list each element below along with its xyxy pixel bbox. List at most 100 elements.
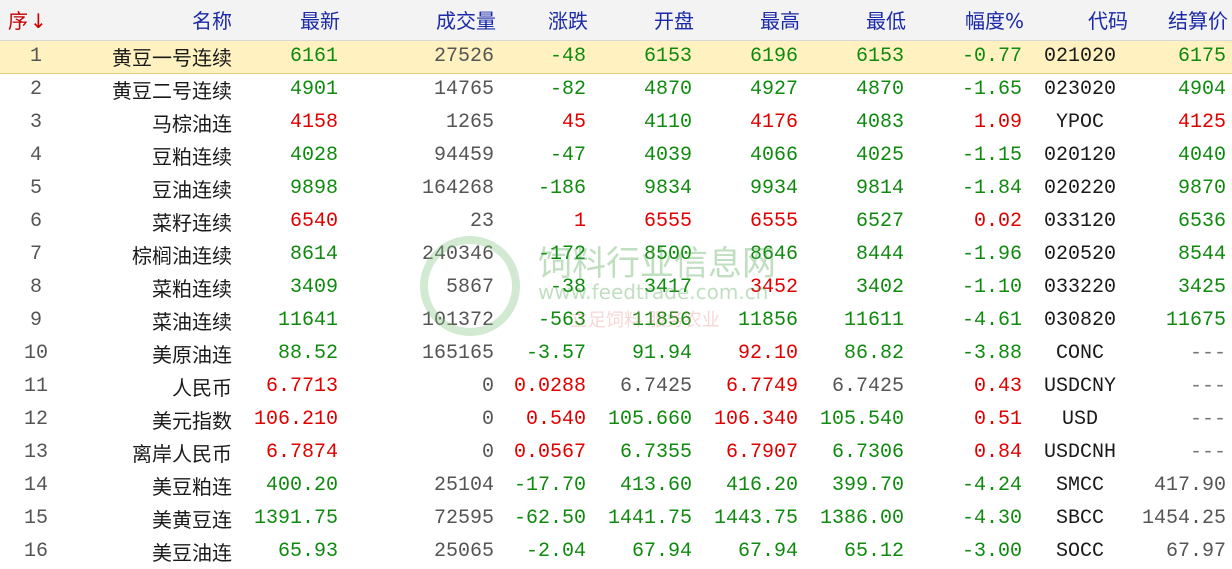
- column-header-low[interactable]: 最低: [804, 0, 910, 41]
- cell-high: 6.7907: [725, 441, 798, 464]
- cell-settle: 417.90: [1153, 474, 1226, 497]
- cell-change: -2.04: [525, 540, 586, 563]
- column-header-high[interactable]: 最高: [698, 0, 804, 41]
- cell-change: -17.70: [513, 474, 586, 497]
- cell-name: 人民币: [172, 376, 232, 400]
- table-row[interactable]: 3 马棕油连 4158 1265 45 4110 4176 4083 1.09 YPOC 4125: [0, 106, 1232, 139]
- cell-seq: 13: [23, 441, 48, 464]
- cell-latest: 6540: [289, 210, 338, 233]
- table-row[interactable]: 10 美原油连 88.52 165165 -3.57 91.94 92.10 86.82 -3.…: [0, 337, 1232, 370]
- cell-volume: 165165: [421, 342, 494, 365]
- table-row[interactable]: 12 美元指数 106.210 0 0.540 105.660 106.340 105.540…: [0, 403, 1232, 436]
- cell-change: -186: [537, 177, 586, 200]
- header-row: 序 ↓ 名称 最新 成交量 涨跌 开盘 最高 最低 幅度% 代码 结算价: [0, 0, 1232, 41]
- cell-high: 92.10: [737, 342, 798, 365]
- column-header-pct[interactable]: 幅度%: [910, 0, 1028, 41]
- column-header-name[interactable]: 名称: [72, 0, 236, 41]
- cell-volume: 240346: [421, 243, 494, 266]
- cell-name: 菜粕连续: [152, 277, 232, 301]
- cell-code: SMCC: [1055, 474, 1104, 497]
- cell-pct: -1.65: [961, 78, 1022, 102]
- cell-low: 6527: [855, 210, 904, 233]
- cell-name: 豆粕连续: [152, 145, 232, 169]
- table-row[interactable]: 5 豆油连续 9898 164268 -186 9834 9934 9814 -1.84 0202…: [0, 172, 1232, 205]
- cell-high: 67.94: [737, 540, 798, 563]
- cell-change: -47: [549, 144, 586, 167]
- cell-low: 6.7425: [831, 375, 904, 398]
- column-header-latest[interactable]: 最新: [236, 0, 344, 41]
- cell-seq: 10: [23, 342, 48, 365]
- cell-pct: -1.96: [961, 243, 1022, 266]
- table-row[interactable]: 15 美黄豆连 1391.75 72595 -62.50 1441.75 1443.75 13…: [0, 502, 1232, 535]
- cell-change: -38: [549, 276, 586, 299]
- cell-settle: 4040: [1177, 144, 1226, 167]
- cell-latest: 1391.75: [253, 507, 338, 530]
- cell-latest: 6.7874: [265, 441, 338, 464]
- column-header-volume[interactable]: 成交量: [344, 0, 500, 41]
- cell-high: 6555: [749, 210, 798, 233]
- cell-open: 11856: [631, 309, 692, 332]
- column-header-open[interactable]: 开盘: [592, 0, 698, 41]
- cell-open: 4039: [643, 144, 692, 167]
- cell-pct: -1.10: [961, 276, 1022, 299]
- table-row[interactable]: 2 黄豆二号连续 4901 14765 -82 4870 4927 4870 -1.65 0230…: [0, 73, 1232, 106]
- cell-settle: ---: [1189, 441, 1226, 464]
- table-row[interactable]: 13 离岸人民币 6.7874 0 0.0567 6.7355 6.7907 6.7306 0.…: [0, 436, 1232, 469]
- cell-code: USD: [1061, 408, 1098, 431]
- cell-settle: 8544: [1177, 243, 1226, 266]
- table-row[interactable]: 7 棕榈油连续 8614 240346 -172 8500 8646 8444 -1.96 020…: [0, 238, 1232, 271]
- cell-name: 马棕油连: [152, 112, 232, 136]
- cell-settle: ---: [1189, 342, 1226, 365]
- cell-volume: 72595: [433, 507, 494, 530]
- table-row[interactable]: 9 菜油连续 11641 101372 -563 11856 11856 11611 -4.61…: [0, 304, 1232, 337]
- cell-change: 0.0567: [513, 441, 586, 464]
- table-row[interactable]: 11 人民币 6.7713 0 0.0288 6.7425 6.7749 6.7425 0.43…: [0, 370, 1232, 403]
- cell-low: 8444: [855, 243, 904, 266]
- table-row[interactable]: 1 黄豆一号连续 6161 27526 -48 6153 6196 6153 -0.77 0210…: [0, 39, 1232, 74]
- quotes-body: 1 黄豆一号连续 6161 27526 -48 6153 6196 6153 -0.77 0210…: [0, 39, 1232, 568]
- table-row[interactable]: 4 豆粕连续 4028 94459 -47 4039 4066 4025 -1.15 020120…: [0, 139, 1232, 172]
- cell-open: 105.660: [607, 408, 692, 431]
- cell-seq: 2: [29, 78, 42, 102]
- cell-seq: 11: [23, 375, 48, 398]
- cell-change: -563: [537, 309, 586, 332]
- cell-open: 9834: [643, 177, 692, 200]
- column-header-change[interactable]: 涨跌: [500, 0, 592, 41]
- cell-volume: 25065: [433, 540, 494, 563]
- cell-pct: 0.43: [973, 375, 1022, 398]
- cell-latest: 4158: [289, 111, 338, 134]
- cell-seq: 14: [23, 474, 48, 497]
- column-header-code[interactable]: 代码: [1028, 0, 1132, 41]
- cell-settle: 67.97: [1165, 540, 1226, 563]
- cell-latest: 65.93: [277, 540, 338, 563]
- cell-volume: 25104: [433, 474, 494, 497]
- cell-name: 菜籽连续: [152, 211, 232, 235]
- cell-open: 6555: [643, 210, 692, 233]
- cell-volume: 94459: [433, 144, 494, 167]
- cell-pct: -4.61: [961, 309, 1022, 332]
- cell-pct: -1.84: [961, 177, 1022, 200]
- column-header-seq[interactable]: 序 ↓: [0, 0, 72, 41]
- cell-high: 3452: [749, 276, 798, 299]
- cell-low: 6153: [804, 39, 910, 74]
- table-row[interactable]: 8 菜粕连续 3409 5867 -38 3417 3452 3402 -1.10 033220 3…: [0, 271, 1232, 304]
- cell-high: 6196: [698, 39, 804, 74]
- table-row[interactable]: 16 美豆油连 65.93 25065 -2.04 67.94 67.94 65.12 -3.0…: [0, 535, 1232, 568]
- cell-volume: 164268: [421, 177, 494, 200]
- cell-open: 413.60: [619, 474, 692, 497]
- column-header-settle[interactable]: 结算价: [1132, 0, 1232, 41]
- cell-code: 020520: [1043, 243, 1116, 266]
- cell-seq: 5: [29, 177, 42, 200]
- cell-high: 106.340: [713, 408, 798, 431]
- table-row[interactable]: 6 菜籽连续 6540 23 1 6555 6555 6527 0.02 033120 6536: [0, 205, 1232, 238]
- cell-pct: -0.77: [910, 39, 1028, 74]
- cell-latest: 4901: [289, 78, 338, 102]
- cell-low: 6.7306: [831, 441, 904, 464]
- cell-pct: 1.09: [973, 111, 1022, 134]
- cell-code: CONC: [1055, 342, 1104, 365]
- cell-code: 021020: [1028, 39, 1132, 74]
- cell-seq: 16: [23, 540, 48, 563]
- cell-high: 416.20: [725, 474, 798, 497]
- cell-code: USDCNH: [1043, 441, 1116, 464]
- table-row[interactable]: 14 美豆粕连 400.20 25104 -17.70 413.60 416.20 399.7…: [0, 469, 1232, 502]
